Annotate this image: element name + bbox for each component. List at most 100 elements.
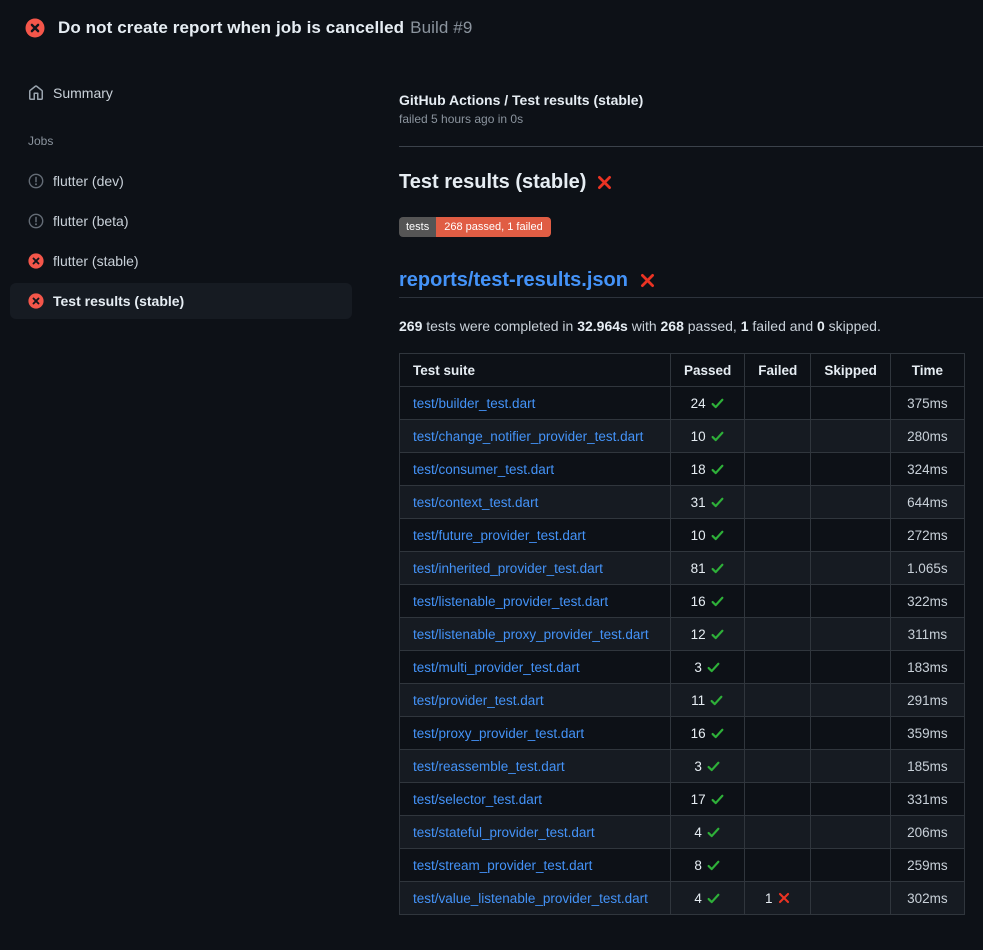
table-row: test/listenable_provider_test.dart16322m… [400,585,965,618]
run-header: Do not create report when job is cancell… [0,0,983,56]
failed-cell [745,849,811,882]
time-cell: 291ms [890,684,964,717]
test-suite-link[interactable]: test/value_listenable_provider_test.dart [413,891,648,906]
x-circle-icon [28,253,44,269]
test-suite-link[interactable]: test/listenable_proxy_provider_test.dart [413,627,649,642]
badge-label: tests [399,217,436,237]
test-suite-link[interactable]: test/reassemble_test.dart [413,759,565,774]
test-suite-link[interactable]: test/listenable_provider_test.dart [413,594,608,609]
test-suite-link[interactable]: test/stateful_provider_test.dart [413,825,595,840]
table-row: test/consumer_test.dart18324ms [400,453,965,486]
skipped-cell [811,684,891,717]
jobs-list: flutter (dev) flutter (beta) flutter (stab… [0,163,352,323]
summary-number: 32.964s [577,318,628,334]
check-icon [710,396,725,411]
build-number: Build #9 [410,18,472,37]
time-cell: 359ms [890,717,964,750]
sidebar-item-summary[interactable]: Summary [10,76,352,110]
failed-cell [745,816,811,849]
test-suite-cell: test/inherited_provider_test.dart [400,552,671,585]
passed-cell: 16 [671,717,745,750]
sidebar-summary-label: Summary [53,85,113,101]
time-cell: 311ms [890,618,964,651]
test-suite-link[interactable]: test/future_provider_test.dart [413,528,586,543]
test-suite-link[interactable]: test/multi_provider_test.dart [413,660,580,675]
test-suite-cell: test/context_test.dart [400,486,671,519]
page-title: Do not create report when job is cancell… [58,18,404,37]
passed-cell: 31 [671,486,745,519]
divider [399,297,983,298]
failed-cell [745,552,811,585]
time-cell: 375ms [890,387,964,420]
test-suite-cell: test/future_provider_test.dart [400,519,671,552]
check-icon [710,528,725,543]
test-suite-cell: test/value_listenable_provider_test.dart [400,882,671,915]
test-suite-link[interactable]: test/stream_provider_test.dart [413,858,592,873]
failed-x-icon [596,174,613,191]
summary-number: 1 [741,318,749,334]
check-title-row: Test results (stable) [399,171,613,194]
sidebar-item-flutter-dev[interactable]: flutter (dev) [10,163,352,199]
test-suite-link[interactable]: test/change_notifier_provider_test.dart [413,429,643,444]
time-cell: 272ms [890,519,964,552]
passed-cell: 81 [671,552,745,585]
time-cell: 331ms [890,783,964,816]
failed-cell [745,717,811,750]
time-cell: 185ms [890,750,964,783]
page-title-line: Do not create report when job is cancell… [58,18,472,38]
x-circle-icon [28,293,44,309]
home-icon [28,85,44,101]
failed-cell [745,486,811,519]
skipped-cell [811,750,891,783]
column-header-time: Time [890,354,964,387]
tests-status-badge: tests 268 passed, 1 failed [399,217,551,237]
table-row: test/selector_test.dart17331ms [400,783,965,816]
passed-cell: 4 [671,882,745,915]
summary-text: tests were completed in [422,318,577,334]
test-suite-link[interactable]: test/builder_test.dart [413,396,535,411]
test-suite-link[interactable]: test/context_test.dart [413,495,538,510]
test-suite-link[interactable]: test/provider_test.dart [413,693,544,708]
check-icon [709,693,724,708]
summary-text: with [628,318,661,334]
table-row: test/provider_test.dart11291ms [400,684,965,717]
sidebar-item-test-results-stable[interactable]: Test results (stable) [10,283,352,319]
passed-cell: 10 [671,420,745,453]
failed-cell [745,618,811,651]
check-icon [706,825,721,840]
job-label: flutter (beta) [53,213,128,229]
test-suite-cell: test/listenable_provider_test.dart [400,585,671,618]
test-suite-link[interactable]: test/inherited_provider_test.dart [413,561,603,576]
sidebar-item-flutter-stable[interactable]: flutter (stable) [10,243,352,279]
check-title: Test results (stable) [399,171,586,194]
summary-line: 269 tests were completed in 32.964s with… [399,318,881,334]
passed-cell: 12 [671,618,745,651]
column-header-passed: Passed [671,354,745,387]
test-suite-link[interactable]: test/proxy_provider_test.dart [413,726,584,741]
summary-number: 268 [661,318,684,334]
sidebar-item-flutter-beta[interactable]: flutter (beta) [10,203,352,239]
check-icon [710,462,725,477]
skipped-cell [811,585,891,618]
table-row: test/future_provider_test.dart10272ms [400,519,965,552]
failed-cell [745,420,811,453]
jobs-section-label: Jobs [28,134,53,148]
check-icon [710,429,725,444]
test-suite-cell: test/proxy_provider_test.dart [400,717,671,750]
job-label: flutter (dev) [53,173,124,189]
check-icon [706,858,721,873]
check-icon [706,759,721,774]
time-cell: 1.065s [890,552,964,585]
table-row: test/context_test.dart 31 644ms [400,486,965,519]
passed-cell: 4 [671,816,745,849]
report-file-link[interactable]: reports/test-results.json [399,269,628,292]
check-icon [710,561,725,576]
test-suite-cell: test/provider_test.dart [400,684,671,717]
neutral-circle-icon [28,213,44,229]
check-icon [710,594,725,609]
failed-cell [745,453,811,486]
test-suite-link[interactable]: test/consumer_test.dart [413,462,554,477]
test-results-table: Test suitePassedFailedSkippedTime test/b… [399,353,965,915]
time-cell: 644ms [890,486,964,519]
test-suite-link[interactable]: test/selector_test.dart [413,792,542,807]
